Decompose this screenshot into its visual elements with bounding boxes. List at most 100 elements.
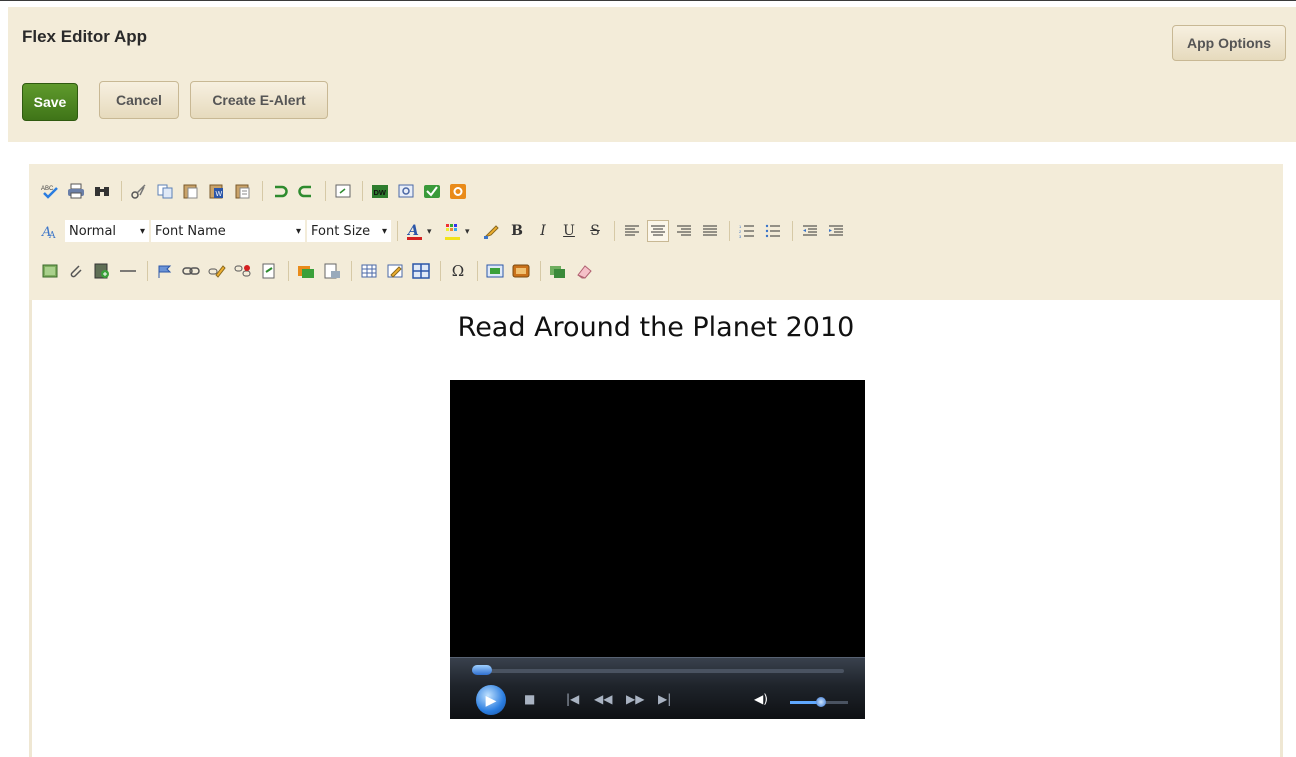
volume-icon[interactable]: ◀) (754, 692, 768, 706)
toolbar-separator (351, 261, 352, 281)
strikethrough-button[interactable]: S (584, 220, 606, 242)
anchor-flag-icon[interactable] (154, 260, 176, 282)
toolbar-separator (614, 221, 615, 241)
redo-icon[interactable] (295, 180, 317, 202)
media-icon[interactable] (510, 260, 532, 282)
italic-button[interactable]: I (532, 220, 554, 242)
align-center-icon[interactable] (647, 220, 669, 242)
toolbar-separator (397, 221, 398, 241)
unlink-icon[interactable] (232, 260, 254, 282)
toolbar-row-3: Ω (39, 258, 599, 284)
undo-icon[interactable] (269, 180, 291, 202)
attachment-icon[interactable] (65, 260, 87, 282)
stop-icon[interactable]: ■ (524, 692, 535, 706)
cut-icon[interactable] (128, 180, 150, 202)
seek-handle[interactable] (472, 665, 492, 675)
app-title: Flex Editor App (22, 27, 147, 46)
document-heading: Read Around the Planet 2010 (457, 312, 855, 343)
chevron-down-icon: ▾ (139, 225, 145, 237)
copy-icon[interactable] (154, 180, 176, 202)
toolbar-separator (729, 221, 730, 241)
cancel-button[interactable]: Cancel (99, 81, 179, 119)
seek-bar[interactable] (472, 669, 844, 673)
toolbar-separator (440, 261, 441, 281)
svg-text:3: 3 (739, 234, 742, 238)
format-select[interactable]: Normal ▾ (65, 220, 149, 242)
underline-button[interactable]: U (558, 220, 580, 242)
background-color-icon[interactable]: ▾ (442, 220, 476, 242)
image-icon[interactable] (39, 260, 61, 282)
paste-word-icon[interactable]: W (206, 180, 228, 202)
find-icon[interactable] (91, 180, 113, 202)
eraser-icon[interactable] (573, 260, 595, 282)
paste-icon[interactable] (180, 180, 202, 202)
app-header: Flex Editor App App Options Save Cancel … (8, 7, 1296, 142)
toolbar-separator (540, 261, 541, 281)
svg-text:ABC: ABC (41, 186, 54, 192)
rewind-icon[interactable]: ◀◀ (594, 692, 612, 706)
template-icon[interactable] (332, 180, 354, 202)
edit-link-icon[interactable] (206, 260, 228, 282)
preview-icon[interactable] (395, 180, 417, 202)
bullet-list-icon[interactable] (762, 220, 784, 242)
toolbar-separator (362, 181, 363, 201)
insert-media-icon[interactable] (91, 260, 113, 282)
insert-document-icon[interactable] (321, 260, 343, 282)
print-icon[interactable] (65, 180, 87, 202)
app-options-button[interactable]: App Options (1172, 25, 1286, 61)
align-right-icon[interactable] (673, 220, 695, 242)
toolbar-row-1: ABC W DW (39, 178, 473, 204)
toolbar-separator (477, 261, 478, 281)
paste-text-icon[interactable] (232, 180, 254, 202)
table-grid-icon[interactable] (410, 260, 432, 282)
video-screen[interactable] (450, 380, 865, 657)
layer-icon[interactable] (547, 260, 569, 282)
previous-icon[interactable]: |◀ (566, 692, 579, 706)
format-select-value: Normal (69, 223, 117, 239)
highlighter-icon[interactable] (480, 220, 502, 242)
svg-text:▾: ▾ (465, 227, 470, 237)
align-left-icon[interactable] (621, 220, 643, 242)
toolbar-separator (325, 181, 326, 201)
table-properties-icon[interactable] (384, 260, 406, 282)
svg-text:A: A (406, 223, 419, 239)
dreamweaver-icon[interactable]: DW (369, 180, 391, 202)
font-name-select[interactable]: Font Name ▾ (151, 220, 305, 242)
next-icon[interactable]: ▶| (658, 692, 671, 706)
numbered-list-icon[interactable]: 123 (736, 220, 758, 242)
horizontal-rule-icon[interactable] (117, 260, 139, 282)
embedded-video-player[interactable]: ▶ ■ |◀ ◀◀ ▶▶ ▶| ◀) (450, 380, 865, 719)
check-icon[interactable] (421, 180, 443, 202)
save-button[interactable]: Save (22, 83, 78, 121)
special-character-button[interactable]: Ω (447, 260, 469, 282)
font-size-select[interactable]: Font Size ▾ (307, 220, 391, 242)
editor-content-area[interactable]: Read Around the Planet 2010 ▶ ■ |◀ ◀◀ ▶▶… (29, 300, 1283, 757)
volume-slider-handle[interactable] (816, 697, 826, 707)
settings-gear-icon[interactable] (447, 180, 469, 202)
toolbar-row-2: AA Normal ▾ Font Name ▾ Font Size ▾ A ▾ ▾ B … (39, 218, 851, 244)
chevron-down-icon: ▾ (381, 225, 387, 237)
toolbar-separator (792, 221, 793, 241)
fast-forward-icon[interactable]: ▶▶ (626, 692, 644, 706)
text-color-icon[interactable]: A ▾ (404, 220, 438, 242)
clear-format-icon[interactable]: AA (39, 220, 61, 242)
table-icon[interactable] (358, 260, 380, 282)
svg-text:▾: ▾ (427, 227, 432, 237)
play-button[interactable]: ▶ (476, 685, 506, 715)
spellcheck-icon[interactable]: ABC (39, 180, 61, 202)
play-icon: ▶ (485, 691, 497, 708)
indent-icon[interactable] (825, 220, 847, 242)
outdent-icon[interactable] (799, 220, 821, 242)
document-link-icon[interactable] (258, 260, 280, 282)
chevron-down-icon: ▾ (295, 225, 301, 237)
insert-image-library-icon[interactable] (295, 260, 317, 282)
bold-button[interactable]: B (506, 220, 528, 242)
toolbar-separator (121, 181, 122, 201)
svg-text:W: W (216, 191, 223, 198)
align-justify-icon[interactable] (699, 220, 721, 242)
create-ealert-button[interactable]: Create E-Alert (190, 81, 328, 119)
toolbar-separator (288, 261, 289, 281)
link-icon[interactable] (180, 260, 202, 282)
font-name-select-value: Font Name (155, 223, 226, 239)
form-icon[interactable] (484, 260, 506, 282)
